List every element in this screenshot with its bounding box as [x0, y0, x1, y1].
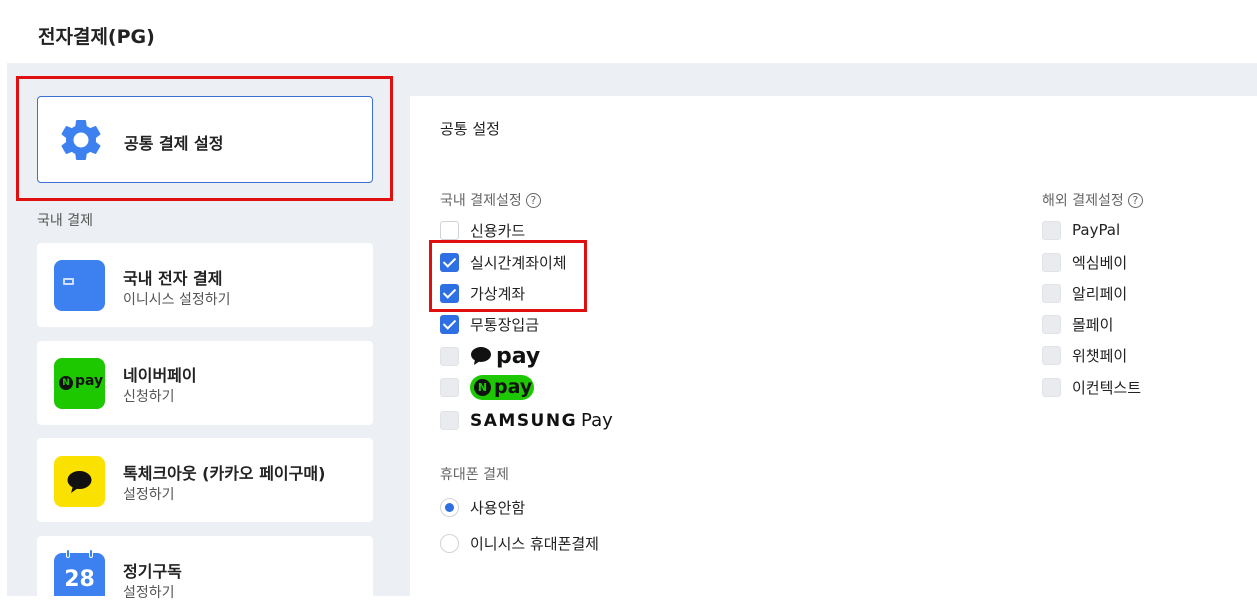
checkbox[interactable] — [440, 377, 459, 397]
card-title: 정기구독 — [123, 562, 182, 581]
radio-button[interactable] — [440, 497, 459, 517]
option-samsungpay[interactable]: SAMSUNG Pay — [440, 409, 613, 431]
option-naverpay[interactable]: N pay — [440, 374, 534, 400]
card-title: 네이버페이 — [123, 366, 197, 385]
card-subtitle[interactable]: 설정하기 — [123, 484, 175, 504]
samsungpay-logo: SAMSUNG Pay — [470, 409, 613, 431]
help-icon[interactable]: ? — [525, 193, 541, 208]
page-title: 전자결제(PG) — [38, 26, 155, 48]
checkbox[interactable] — [1042, 377, 1061, 397]
checkbox[interactable] — [1042, 283, 1061, 303]
option-paypal[interactable]: PayPal — [1042, 220, 1120, 240]
panel-title: 공통 설정 — [440, 120, 500, 138]
option-econtext[interactable]: 이컨텍스트 — [1042, 377, 1141, 397]
naverpay-logo: N pay — [470, 374, 534, 400]
page-header: 전자결제(PG) — [0, 0, 1257, 63]
kakao-talk-icon — [54, 456, 105, 507]
checkbox[interactable] — [1042, 345, 1061, 365]
domestic-pg-card[interactable]: 국내 전자 결제 이니시스 설정하기 — [37, 243, 373, 327]
card-icon — [54, 260, 105, 311]
left-edge — [0, 63, 7, 596]
radio-button[interactable] — [440, 533, 459, 553]
option-alipay[interactable]: 알리페이 — [1042, 283, 1127, 303]
radio-no-use[interactable]: 사용안함 — [440, 497, 525, 517]
option-molpay[interactable]: 몰페이 — [1042, 314, 1113, 334]
option-eximbay[interactable]: 엑심베이 — [1042, 252, 1127, 272]
checkbox[interactable] — [1042, 314, 1061, 334]
highlight-box-options — [429, 240, 587, 312]
npay-icon: N pay — [54, 358, 105, 409]
help-icon[interactable]: ? — [1127, 193, 1143, 208]
checkbox[interactable] — [440, 314, 459, 334]
card-subtitle[interactable]: 이니시스 설정하기 — [123, 289, 231, 309]
kakaopay-logo: pay — [470, 344, 540, 369]
checkbox[interactable] — [1042, 252, 1061, 272]
card-subtitle[interactable]: 설정하기 — [123, 582, 175, 602]
subscription-card[interactable]: 28 정기구독 설정하기 — [37, 536, 373, 601]
checkbox[interactable] — [440, 220, 459, 240]
checkbox[interactable] — [1042, 220, 1061, 240]
option-kakaopay[interactable]: pay — [440, 344, 540, 369]
highlight-box-common — [16, 76, 393, 201]
option-wechatpay[interactable]: 위챗페이 — [1042, 345, 1127, 365]
card-title: 국내 전자 결제 — [123, 269, 223, 288]
option-credit-card[interactable]: 신용카드 — [440, 220, 525, 240]
naverpay-card[interactable]: N pay 네이버페이 신청하기 — [37, 341, 373, 425]
card-subtitle[interactable]: 신청하기 — [123, 386, 175, 406]
checkbox[interactable] — [440, 346, 459, 366]
checkbox[interactable] — [440, 410, 459, 430]
calendar-icon: 28 — [54, 549, 105, 596]
talk-checkout-card[interactable]: 톡체크아웃 (카카오 페이구매) 설정하기 — [37, 438, 373, 522]
option-bank-deposit[interactable]: 무통장입금 — [440, 314, 539, 334]
card-title: 톡체크아웃 (카카오 페이구매) — [123, 464, 326, 483]
domestic-settings-label: 국내 결제설정? — [440, 190, 541, 210]
domestic-section-label: 국내 결제 — [37, 213, 93, 229]
mobile-payment-label: 휴대폰 결제 — [440, 467, 509, 483]
radio-inicis-mobile[interactable]: 이니시스 휴대폰결제 — [440, 533, 599, 553]
foreign-settings-label: 해외 결제설정? — [1042, 190, 1143, 210]
